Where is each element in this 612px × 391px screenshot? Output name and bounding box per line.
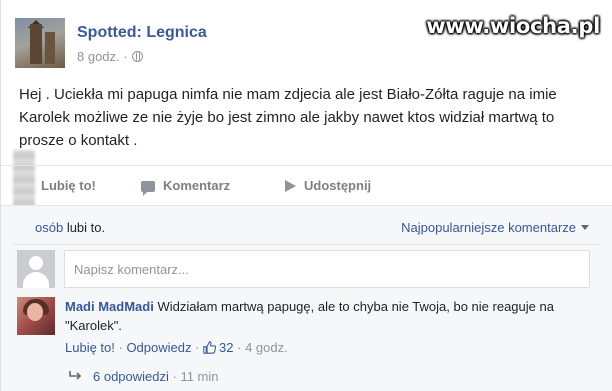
share-label: Udostępnij <box>304 178 372 193</box>
likes-summary: osób lubi to. <box>35 220 105 235</box>
post-text: Hej . Uciekła mi papuga nimfa nie mam zd… <box>19 86 557 149</box>
meta-dot: · <box>191 340 204 355</box>
comment-body: Madi MadMadi Widziałam martwą papugę, al… <box>65 297 595 335</box>
comment-author-link[interactable]: Madi MadMadi <box>65 299 154 314</box>
post-time-text[interactable]: 8 godz. · <box>77 49 128 64</box>
likes-people-link[interactable]: osób <box>35 220 63 235</box>
avatar-tower-2 <box>45 32 55 64</box>
comment-likes-count[interactable]: 32 <box>219 340 233 355</box>
share-arrow-icon <box>285 180 296 192</box>
comment-meta: Lubię to! · Odpowiedz · 32 · 4 godz. <box>65 340 288 355</box>
comment-time[interactable]: 4 godz. <box>245 340 288 355</box>
comment-button[interactable]: Komentarz <box>141 178 231 196</box>
comment-like-link[interactable]: Lubię to! <box>65 340 115 355</box>
share-button[interactable]: Udostępnij <box>285 178 371 193</box>
avatar-body <box>23 272 49 288</box>
comment-sort-dropdown[interactable]: Najpopularniejsze komentarze <box>401 220 589 235</box>
likes-suffix: lubi to. <box>63 220 106 235</box>
meta-dot: · <box>233 340 246 355</box>
like-label: Lubię to! <box>41 178 96 193</box>
post-timestamp[interactable]: 8 godz. · <box>77 49 143 64</box>
replies-dot: · <box>168 369 181 384</box>
comment-input[interactable] <box>64 250 590 288</box>
comments-section: osób lubi to. Najpopularniejsze komentar… <box>1 205 612 391</box>
sort-label: Najpopularniejsze komentarze <box>401 220 576 235</box>
post-action-bar: Lubię to! Komentarz Udostępnij <box>1 165 612 205</box>
replies-count-label: 6 odpowiedzi <box>93 369 169 384</box>
like-button[interactable]: Lubię to! <box>41 178 96 193</box>
site-watermark: www.wiocha.pl <box>426 14 600 38</box>
post-card: Spotted: Legnica 8 godz. · www.wiocha.pl… <box>0 0 612 391</box>
speech-bubble-icon <box>141 181 155 196</box>
current-user-avatar <box>17 250 55 288</box>
replies-time: 11 min <box>180 369 219 384</box>
chevron-down-icon <box>581 225 589 230</box>
view-replies-link[interactable]: 6 odpowiedzi · 11 min <box>69 369 219 384</box>
thumbs-up-icon[interactable] <box>203 341 217 354</box>
comment-reply-link[interactable]: Odpowiedz <box>126 340 191 355</box>
commenter-avatar[interactable] <box>17 297 55 335</box>
globe-icon <box>131 51 143 62</box>
divider <box>13 244 601 245</box>
avatar-tower <box>30 24 42 64</box>
page-name-link[interactable]: Spotted: Legnica <box>77 24 207 42</box>
page-avatar[interactable] <box>15 18 65 68</box>
avatar-face <box>27 303 43 321</box>
meta-dot: · <box>114 340 127 355</box>
comment-label: Komentarz <box>163 178 231 193</box>
reply-arrow-icon <box>69 371 82 380</box>
avatar-head <box>29 256 43 270</box>
